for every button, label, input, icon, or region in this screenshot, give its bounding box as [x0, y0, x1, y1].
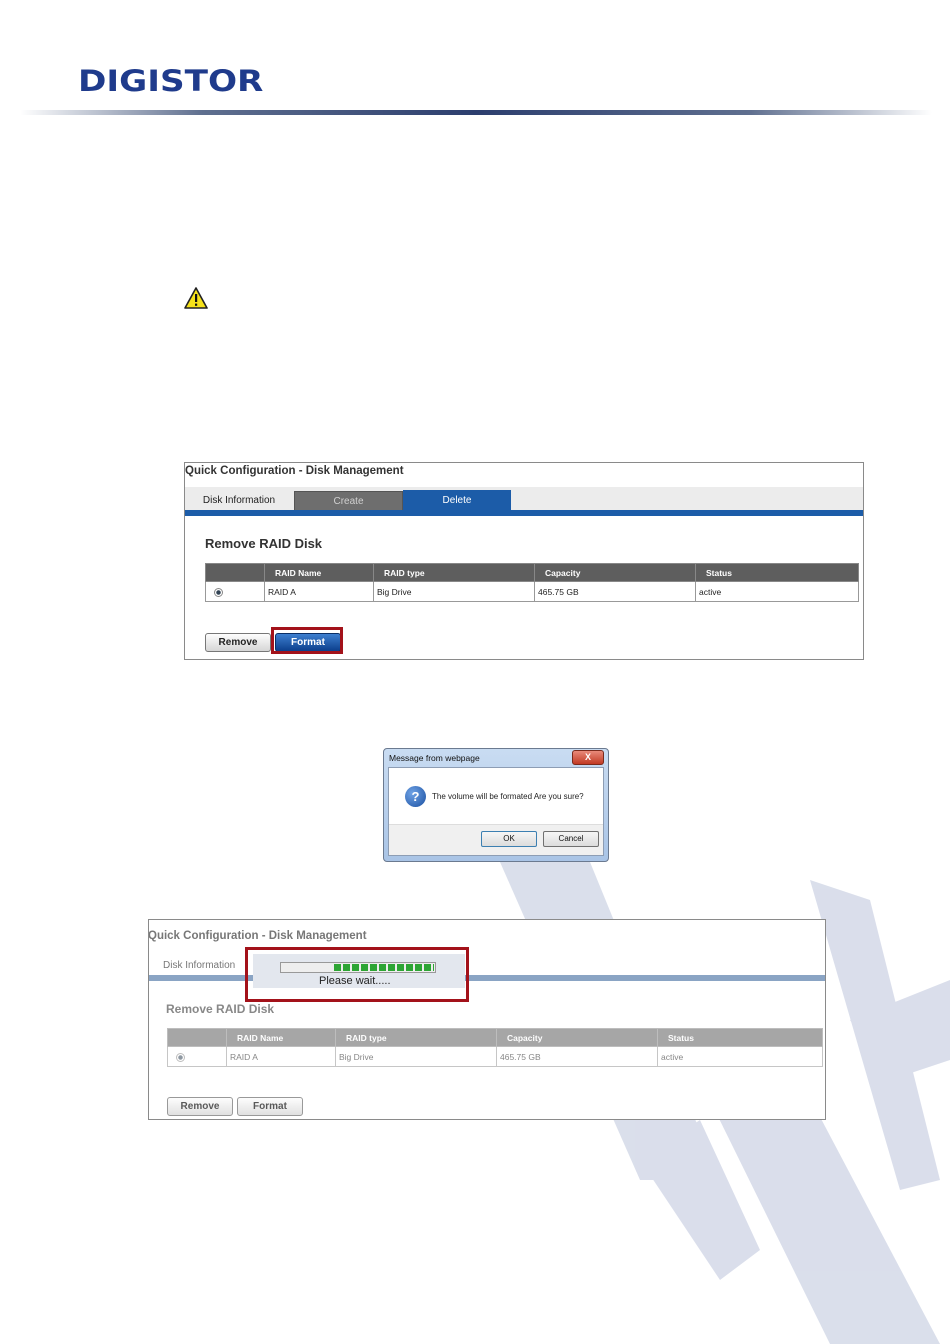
header-divider — [20, 110, 932, 115]
column-header-select — [167, 1028, 227, 1047]
table-header: RAID Name RAID type Capacity Status — [167, 1028, 823, 1047]
table-header: RAID Name RAID type Capacity Status — [205, 563, 859, 582]
row-select-cell — [167, 1046, 227, 1067]
ok-button[interactable]: OK — [481, 831, 537, 847]
section-title: Remove RAID Disk — [166, 1002, 275, 1016]
dialog-footer: OK Cancel — [389, 824, 603, 855]
cell-raid-type: Big Drive — [373, 581, 535, 602]
cell-capacity: 465.75 GB — [534, 581, 696, 602]
tab-underline — [185, 510, 863, 516]
raid-table: RAID Name RAID type Capacity Status RAID… — [205, 563, 859, 602]
tab-disk-information[interactable]: Disk Information — [185, 491, 293, 510]
row-radio[interactable] — [176, 1052, 185, 1062]
question-icon: ? — [405, 786, 426, 807]
cancel-button[interactable]: Cancel — [543, 831, 599, 847]
column-header-capacity: Capacity — [496, 1028, 658, 1047]
format-button[interactable]: Format — [237, 1097, 303, 1116]
cell-raid-type: Big Drive — [335, 1046, 497, 1067]
cell-raid-name: RAID A — [226, 1046, 336, 1067]
tab-disk-information[interactable]: Disk Information — [163, 960, 235, 971]
cell-status: active — [695, 581, 859, 602]
digistor-logo: DIGISTOR — [78, 64, 264, 98]
column-header-select — [205, 563, 265, 582]
panel-title: Quick Configuration - Disk Management — [185, 465, 404, 477]
warning-icon — [184, 287, 208, 309]
progress-highlight-box — [245, 947, 469, 1002]
column-header-raid-type: RAID type — [335, 1028, 497, 1047]
cell-capacity: 465.75 GB — [496, 1046, 658, 1067]
cell-status: active — [657, 1046, 823, 1067]
section-title: Remove RAID Disk — [205, 536, 323, 551]
column-header-raid-name: RAID Name — [264, 563, 374, 582]
disk-management-panel: Quick Configuration - Disk Management Di… — [184, 462, 864, 660]
column-header-status: Status — [657, 1028, 823, 1047]
dialog-body: ? The volume will be formated Are you su… — [388, 767, 604, 856]
row-radio[interactable] — [214, 587, 223, 597]
column-header-capacity: Capacity — [534, 563, 696, 582]
tab-delete[interactable]: Delete — [403, 490, 511, 511]
confirm-dialog: Message from webpage X ? The volume will… — [383, 748, 609, 862]
column-header-raid-name: RAID Name — [226, 1028, 336, 1047]
column-header-raid-type: RAID type — [373, 563, 535, 582]
table-row: RAID A Big Drive 465.75 GB active — [167, 1046, 823, 1067]
table-row: RAID A Big Drive 465.75 GB active — [205, 581, 859, 602]
tab-create[interactable]: Create — [294, 491, 403, 512]
close-icon[interactable]: X — [572, 750, 604, 765]
disk-management-panel-formatting: Quick Configuration - Disk Management Di… — [148, 919, 826, 1120]
dialog-message: The volume will be formated Are you sure… — [432, 792, 584, 801]
dialog-title: Message from webpage — [389, 753, 480, 763]
background-decoration — [500, 862, 950, 1344]
format-highlight-box — [271, 627, 343, 654]
cell-raid-name: RAID A — [264, 581, 374, 602]
panel-title: Quick Configuration - Disk Management — [148, 930, 367, 942]
row-select-cell — [205, 581, 265, 602]
remove-button[interactable]: Remove — [205, 633, 271, 652]
remove-button[interactable]: Remove — [167, 1097, 233, 1116]
column-header-status: Status — [695, 563, 859, 582]
raid-table: RAID Name RAID type Capacity Status RAID… — [167, 1028, 823, 1067]
